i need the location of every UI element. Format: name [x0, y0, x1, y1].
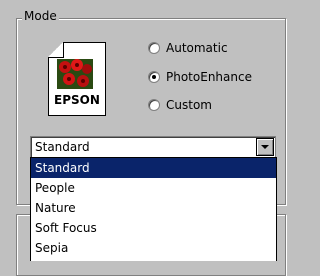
- dropdown-button[interactable]: [256, 138, 274, 156]
- radio-label-photoenhance: PhotoEnhance: [166, 70, 252, 84]
- radio-label-custom: Custom: [166, 98, 212, 112]
- page-fold-corner: [48, 42, 64, 58]
- combobox-value: Standard: [35, 140, 90, 154]
- list-item[interactable]: Soft Focus: [31, 218, 276, 238]
- radio-label-automatic: Automatic: [166, 41, 228, 55]
- photoenhance-combobox[interactable]: Standard: [30, 136, 276, 158]
- roses-photo-icon: [57, 59, 93, 89]
- radio-custom[interactable]: Custom: [148, 97, 212, 113]
- mode-group-label: Mode: [22, 8, 59, 24]
- radio-button-checked-icon: [148, 71, 160, 83]
- list-item[interactable]: Nature: [31, 198, 276, 218]
- list-item[interactable]: People: [31, 178, 276, 198]
- epson-logo-text: EPSON: [54, 93, 100, 107]
- radio-automatic[interactable]: Automatic: [148, 40, 228, 56]
- chevron-down-icon: [261, 145, 269, 149]
- radio-photoenhance[interactable]: PhotoEnhance: [148, 69, 252, 85]
- dropdown-list[interactable]: Standard People Nature Soft Focus Sepia: [30, 157, 277, 261]
- list-item[interactable]: Standard: [31, 158, 276, 178]
- radio-button-icon: [148, 42, 160, 54]
- radio-button-icon: [148, 99, 160, 111]
- list-item[interactable]: Sepia: [31, 238, 276, 258]
